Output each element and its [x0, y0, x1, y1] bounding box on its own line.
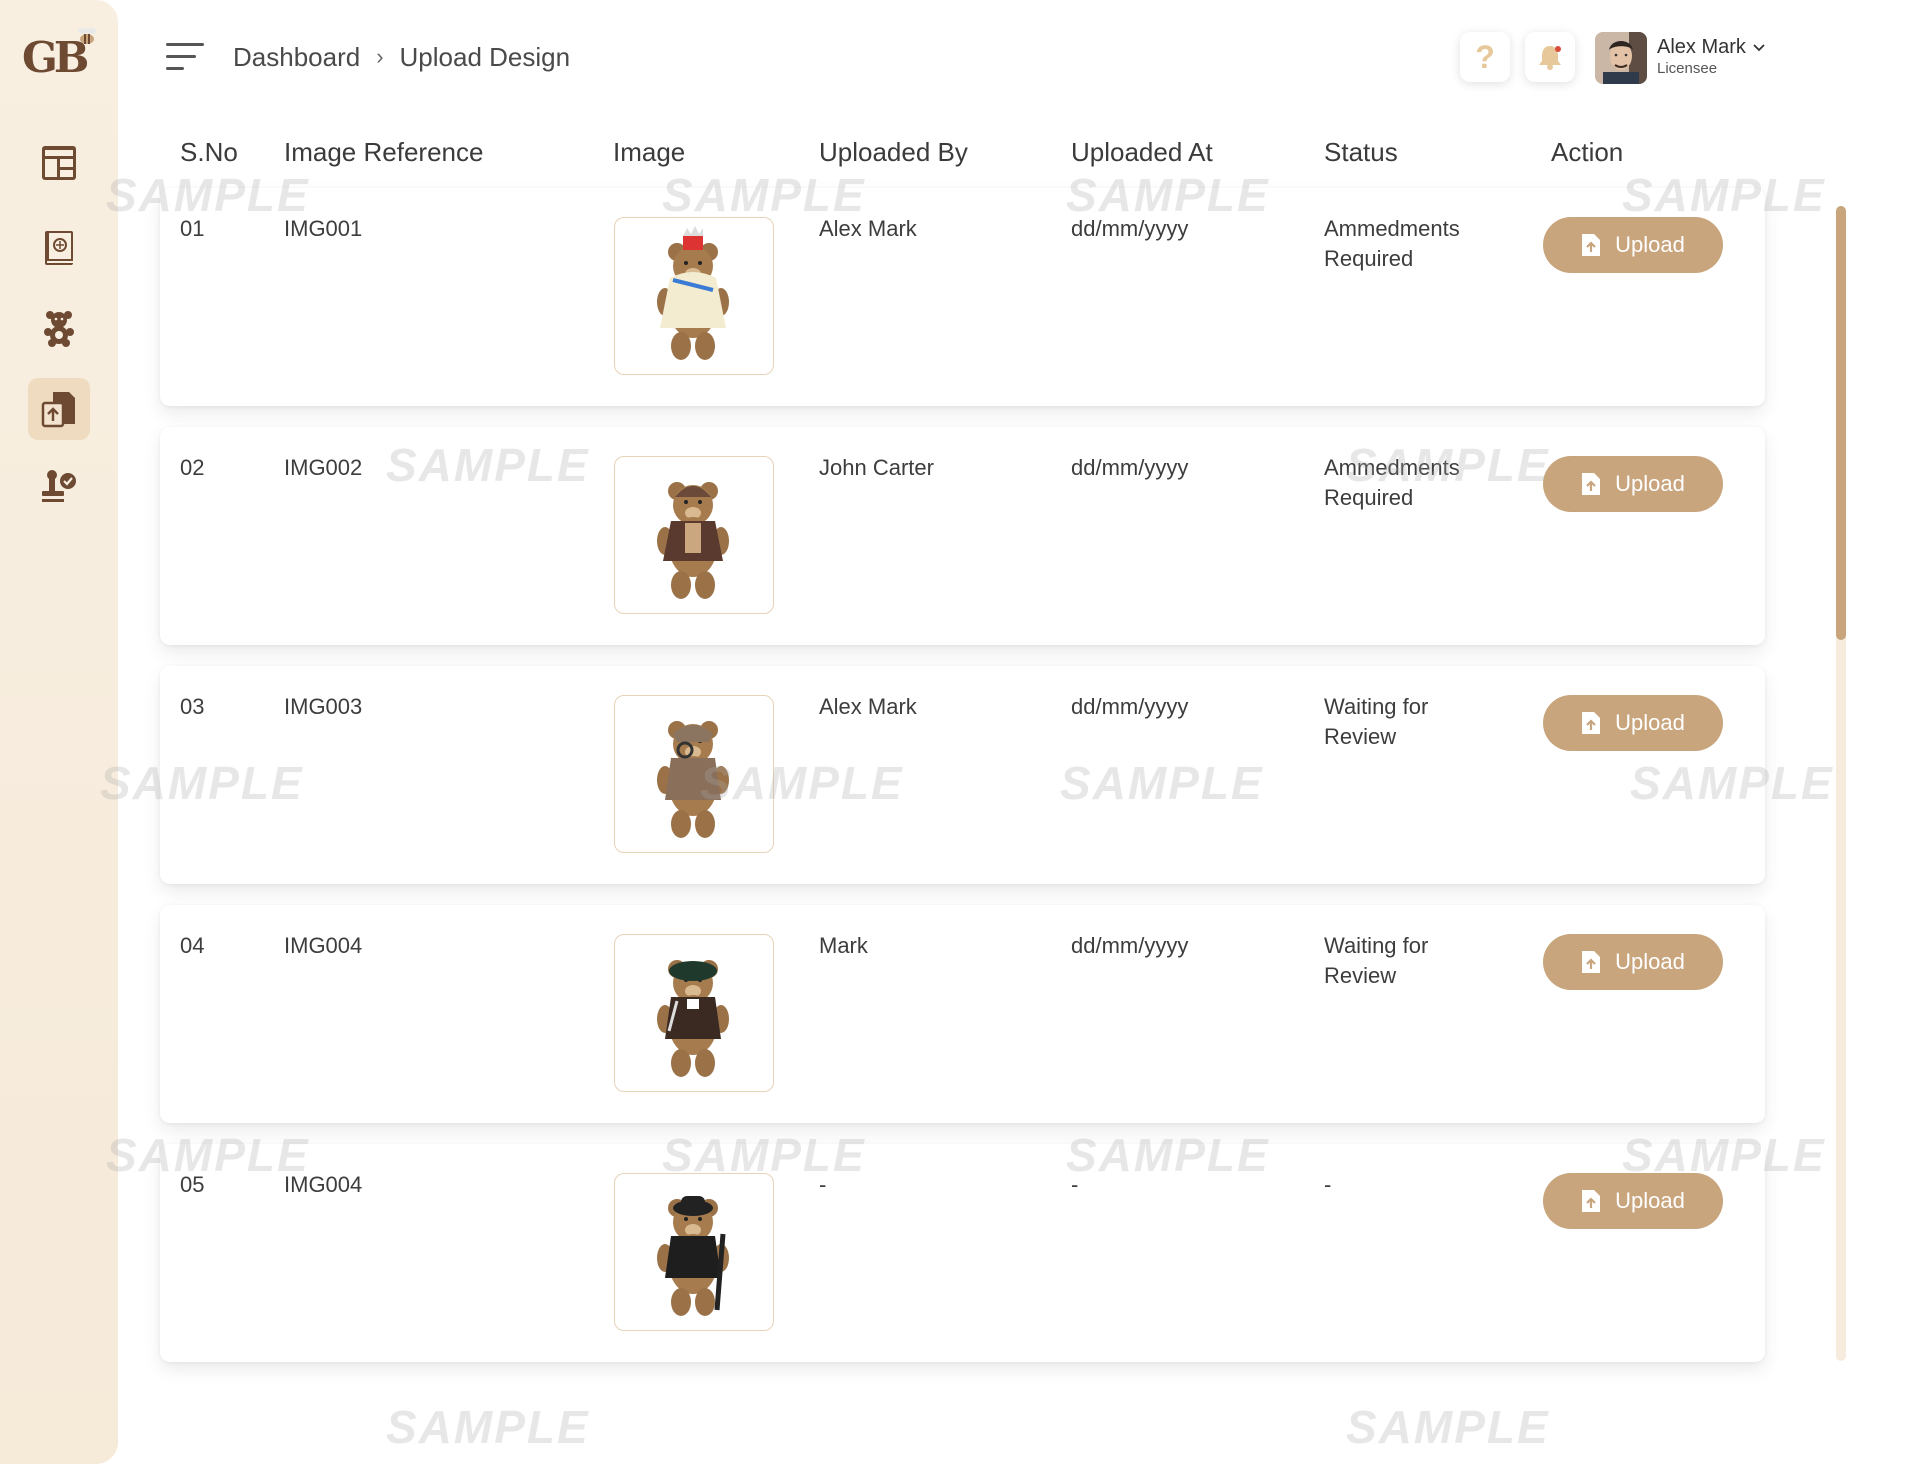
cell-uploaded-by: Alex Mark — [819, 694, 917, 719]
sidebar-item-dashboard[interactable] — [28, 132, 90, 194]
cell-uploaded-by: John Carter — [819, 455, 934, 480]
image-thumbnail[interactable] — [614, 934, 774, 1092]
breadcrumb-separator: › — [376, 44, 384, 69]
table-row — [160, 666, 1765, 884]
bell-icon — [1539, 46, 1561, 70]
upload-file-icon — [1582, 712, 1601, 734]
bee-icon — [78, 28, 96, 44]
table-row — [160, 1144, 1765, 1362]
image-thumbnail[interactable] — [614, 695, 774, 853]
col-header-image: Image — [613, 137, 686, 167]
user-role: Licensee — [1657, 60, 1718, 77]
cell-sno: 03 — [180, 694, 205, 719]
cell-status-line1: - — [1324, 1172, 1332, 1197]
avatar[interactable] — [1595, 32, 1647, 84]
upload-button[interactable]: Upload — [1543, 456, 1723, 512]
teddy-bear-image — [657, 1196, 729, 1316]
cell-uploaded-by: - — [819, 1172, 827, 1197]
sidebar-item-approvals[interactable] — [28, 456, 90, 518]
cell-status-line1: Ammedments — [1324, 216, 1460, 241]
sample-watermark: SAMPLE — [386, 1401, 590, 1453]
approval-stamp-icon — [42, 470, 76, 502]
app-logo[interactable]: GB — [22, 28, 98, 86]
table-row — [160, 188, 1765, 406]
hamburger-menu-icon[interactable] — [166, 40, 204, 72]
col-header-uploaded-at: Uploaded At — [1071, 137, 1213, 167]
image-thumbnail[interactable] — [614, 456, 774, 614]
cell-image-reference: IMG002 — [284, 455, 363, 480]
teddy-bear-image — [657, 721, 729, 838]
cell-uploaded-at: dd/mm/yyyy — [1071, 216, 1189, 241]
upload-button-label: Upload — [1615, 949, 1685, 974]
user-photo — [1595, 32, 1647, 84]
sidebar-item-upload-design[interactable] — [28, 378, 90, 440]
col-header-sno: S.No — [180, 137, 238, 167]
upload-button[interactable]: Upload — [1543, 1173, 1723, 1229]
breadcrumb: Dashboard › Upload Design — [233, 40, 570, 74]
cell-uploaded-at: dd/mm/yyyy — [1071, 694, 1189, 719]
cell-uploaded-by: Mark — [819, 933, 868, 958]
teddy-bear-image — [657, 960, 729, 1077]
cell-sno: 01 — [180, 216, 205, 241]
col-header-action: Action — [1551, 137, 1624, 167]
upload-file-icon — [41, 392, 75, 428]
user-name[interactable]: Alex Mark — [1657, 36, 1746, 59]
teddy-bear-image — [657, 482, 729, 599]
cell-image-reference: IMG003 — [284, 694, 363, 719]
upload-button-label: Upload — [1615, 471, 1685, 496]
sample-watermark: SAMPLE — [1346, 1401, 1550, 1453]
cell-uploaded-at: dd/mm/yyyy — [1071, 455, 1189, 480]
upload-file-icon — [1582, 1190, 1601, 1212]
cell-sno: 05 — [180, 1172, 205, 1197]
upload-file-icon — [1582, 473, 1601, 495]
upload-button-label: Upload — [1615, 1188, 1685, 1213]
upload-button-label: Upload — [1615, 710, 1685, 735]
notifications-button[interactable] — [1525, 32, 1575, 82]
cell-status-line1: Ammedments — [1324, 455, 1460, 480]
cell-status-line2: Required — [1324, 485, 1414, 510]
upload-file-icon — [1582, 951, 1601, 973]
chevron-down-icon[interactable] — [1752, 40, 1766, 54]
sidebar-item-bears[interactable] — [28, 297, 90, 359]
upload-button-label: Upload — [1615, 232, 1685, 257]
table-row — [160, 427, 1765, 645]
teddy-bear-image — [657, 226, 729, 360]
catalog-book-icon — [45, 231, 73, 265]
cell-status-line1: Waiting for — [1324, 933, 1429, 958]
cell-uploaded-at: - — [1071, 1172, 1079, 1197]
cell-sno: 04 — [180, 933, 205, 958]
cell-status-line1: Waiting for — [1324, 694, 1429, 719]
upload-file-icon — [1582, 234, 1601, 256]
cell-sno: 02 — [180, 455, 205, 480]
cell-status-line2: Review — [1324, 724, 1397, 749]
teddy-bear-icon — [44, 311, 74, 347]
question-mark-icon: ? — [1475, 38, 1495, 75]
col-header-uploaded-by: Uploaded By — [819, 137, 968, 167]
image-thumbnail[interactable] — [614, 217, 774, 375]
upload-button[interactable]: Upload — [1543, 217, 1723, 273]
cell-status-line2: Review — [1324, 963, 1397, 988]
cell-image-reference: IMG004 — [284, 933, 363, 958]
breadcrumb-current: Upload Design — [399, 41, 571, 72]
cell-status-line2: Required — [1324, 246, 1414, 271]
dashboard-icon — [42, 146, 76, 180]
help-button[interactable]: ? — [1460, 32, 1510, 82]
cell-image-reference: IMG004 — [284, 1172, 363, 1197]
cell-uploaded-at: dd/mm/yyyy — [1071, 933, 1189, 958]
breadcrumb-dashboard[interactable]: Dashboard — [233, 42, 360, 73]
cell-uploaded-by: Alex Mark — [819, 216, 917, 241]
cell-image-reference: IMG001 — [284, 216, 363, 241]
sidebar-item-catalog[interactable] — [28, 217, 90, 279]
table-row — [160, 905, 1765, 1123]
scrollbar-thumb[interactable] — [1836, 206, 1846, 640]
image-thumbnail[interactable] — [614, 1173, 774, 1331]
col-header-image-reference: Image Reference — [284, 137, 484, 167]
upload-button[interactable]: Upload — [1543, 934, 1723, 990]
sidebar: GB — [0, 0, 118, 1464]
col-header-status: Status — [1324, 137, 1398, 167]
upload-button[interactable]: Upload — [1543, 695, 1723, 751]
